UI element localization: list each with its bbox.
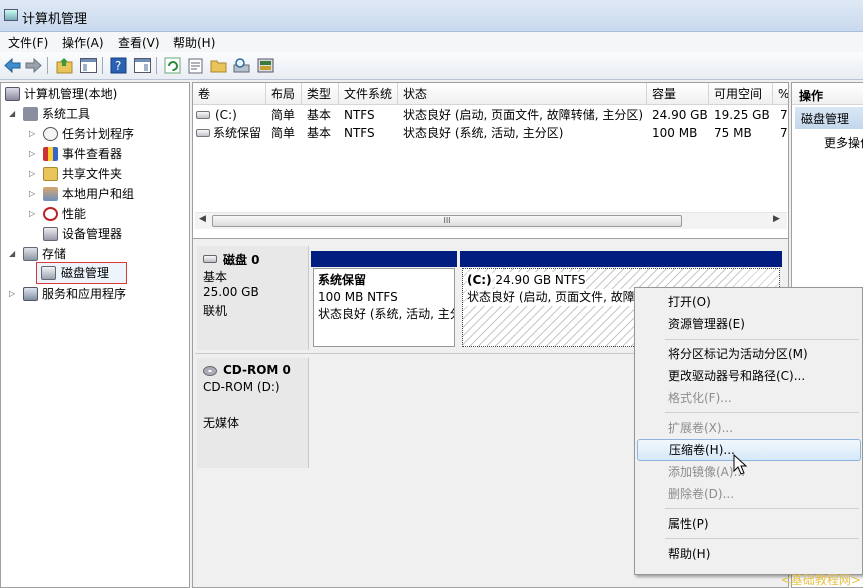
collapsed-arrow-icon[interactable]: ▷ — [29, 205, 35, 223]
volume-row[interactable]: (C:) 简单 基本 NTFS 状态良好 (启动, 页面文件, 故障转储, 主分… — [193, 106, 788, 124]
drive-icon — [196, 129, 210, 137]
volume-list-header: 卷 布局 类型 文件系统 状态 容量 可用空间 % — [193, 83, 788, 105]
window-title: 计算机管理 — [22, 12, 88, 27]
menu-item-shrink[interactable]: 压缩卷(H)... — [637, 439, 861, 461]
context-menu: 打开(O) 资源管理器(E) 将分区标记为活动分区(M) 更改驱动器号和路径(C… — [634, 287, 863, 575]
column-type[interactable]: 类型 — [302, 83, 339, 105]
actions-header: 操作 — [792, 83, 863, 105]
partition-header-bar — [460, 251, 782, 267]
back-arrow-icon[interactable] — [3, 56, 22, 75]
tree-node-disk-management[interactable]: 磁盘管理 — [36, 262, 127, 284]
menu-help[interactable]: 帮助(H) — [173, 34, 215, 51]
menu-item-add-mirror[interactable]: 添加镜像(A)... — [637, 461, 861, 483]
storage-icon — [23, 247, 38, 261]
menu-action[interactable]: 操作(A) — [62, 34, 104, 51]
column-capacity[interactable]: 容量 — [647, 83, 709, 105]
column-layout[interactable]: 布局 — [266, 83, 302, 105]
performance-icon — [43, 207, 58, 221]
column-filesystem[interactable]: 文件系统 — [339, 83, 398, 105]
services-icon — [23, 287, 38, 301]
refresh-icon[interactable] — [163, 56, 182, 75]
disk-name: 磁盘 0 — [223, 253, 260, 267]
menu-bar: 文件(F) 操作(A) 查看(V) 帮助(H) — [0, 32, 863, 52]
partition-header-bar — [311, 251, 457, 267]
open-folder-icon[interactable] — [209, 56, 228, 75]
more-actions-link[interactable]: 更多操作 — [824, 134, 863, 151]
cdrom-type: CD-ROM (D:) — [203, 380, 280, 394]
show-hide-tree-icon[interactable] — [79, 56, 98, 75]
column-free-space[interactable]: 可用空间 — [709, 83, 773, 105]
collapsed-arrow-icon[interactable]: ▷ — [29, 145, 35, 163]
cdrom-state: 无媒体 — [203, 416, 240, 430]
disk-type: 基本 — [203, 270, 228, 284]
column-volume[interactable]: 卷 — [193, 83, 266, 105]
menu-item-open[interactable]: 打开(O) — [637, 291, 861, 313]
forward-arrow-icon[interactable] — [24, 56, 43, 75]
expanded-arrow-icon[interactable]: ◢ — [9, 105, 15, 123]
disk-icon — [203, 255, 217, 263]
device-manager-icon — [43, 227, 58, 241]
menu-item-mark-active[interactable]: 将分区标记为活动分区(M) — [637, 343, 861, 365]
collapsed-arrow-icon[interactable]: ▷ — [29, 165, 35, 183]
menu-item-explorer[interactable]: 资源管理器(E) — [637, 313, 861, 335]
users-icon — [43, 187, 58, 201]
search-disk-icon[interactable] — [232, 56, 251, 75]
scroll-thumb[interactable]: III — [212, 215, 682, 227]
computer-icon — [5, 87, 20, 101]
mouse-pointer-icon — [733, 454, 748, 475]
disk-settings-icon[interactable] — [256, 56, 275, 75]
collapsed-arrow-icon[interactable]: ▷ — [29, 125, 35, 143]
cdrom-name: CD-ROM 0 — [223, 363, 291, 377]
menu-view[interactable]: 查看(V) — [118, 34, 160, 51]
watermark-text: <基础教程网> — [780, 573, 861, 587]
menu-item-change-drive-letter[interactable]: 更改驱动器号和路径(C)... — [637, 365, 861, 387]
menu-item-extend[interactable]: 扩展卷(X)... — [637, 417, 861, 439]
menu-item-properties[interactable]: 属性(P) — [637, 513, 861, 535]
tools-icon — [23, 107, 38, 121]
drive-icon — [196, 111, 210, 119]
computer-management-window: 计算机管理 文件(F) 操作(A) 查看(V) 帮助(H) ? 计算机管理(本地… — [0, 0, 863, 588]
show-hide-action-pane-icon[interactable] — [133, 56, 152, 75]
help-icon[interactable]: ? — [109, 56, 128, 75]
disk-0-info[interactable]: 磁盘 0 基本 25.00 GB 联机 — [197, 246, 309, 350]
expanded-arrow-icon[interactable]: ◢ — [9, 245, 15, 263]
properties-icon[interactable] — [186, 56, 205, 75]
cdrom-0-info[interactable]: CD-ROM 0 CD-ROM (D:) 无媒体 — [197, 358, 309, 468]
title-bar: 计算机管理 — [0, 0, 863, 32]
volume-row[interactable]: 系统保留 简单 基本 NTFS 状态良好 (系统, 活动, 主分区) 100 M… — [193, 124, 788, 142]
disk-management-icon — [41, 266, 56, 280]
collapsed-arrow-icon[interactable]: ▷ — [9, 285, 15, 303]
event-viewer-icon — [43, 147, 58, 161]
disk-state: 联机 — [203, 304, 228, 318]
clock-icon — [43, 127, 58, 141]
scroll-left-arrow-icon[interactable]: ◀ — [199, 214, 206, 224]
scroll-right-arrow-icon[interactable]: ▶ — [773, 214, 780, 224]
collapsed-arrow-icon[interactable]: ▷ — [29, 185, 35, 203]
menu-file[interactable]: 文件(F) — [8, 34, 48, 51]
toolbar: ? — [0, 52, 863, 80]
cdrom-icon — [203, 366, 217, 376]
column-percent[interactable]: % — [773, 83, 788, 105]
disk-size: 25.00 GB — [203, 285, 259, 299]
column-status[interactable]: 状态 — [398, 83, 647, 105]
up-folder-icon[interactable] — [55, 56, 74, 75]
menu-item-delete[interactable]: 删除卷(D)... — [637, 483, 861, 505]
actions-section-disk-management[interactable]: 磁盘管理 — [795, 107, 863, 129]
navigation-tree: 计算机管理(本地) ◢ 系统工具 ▷ 任务计划程序 ▷ 事件查看器 ▷ 共享文件… — [0, 82, 190, 588]
menu-item-format[interactable]: 格式化(F)... — [637, 387, 861, 409]
svg-text:?: ? — [115, 59, 121, 73]
computer-management-icon — [4, 9, 18, 21]
horizontal-scrollbar[interactable]: ◀ III ▶ — [195, 212, 787, 229]
menu-item-help[interactable]: 帮助(H) — [637, 543, 861, 565]
shared-folder-icon — [43, 167, 58, 181]
partition-system-reserved[interactable]: 系统保留 100 MB NTFS 状态良好 (系统, 活动, 主分区) — [313, 268, 455, 347]
